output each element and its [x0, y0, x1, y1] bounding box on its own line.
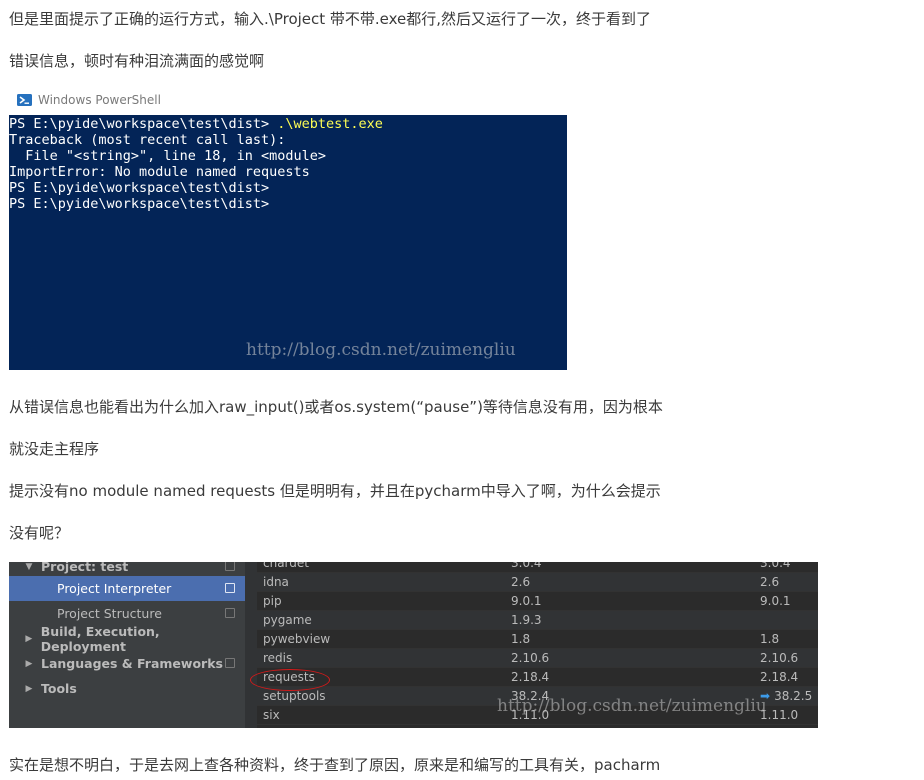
package-version: 2.10.6 [511, 651, 550, 665]
copy-icon [225, 562, 235, 571]
console-prompt: PS E:\pyide\workspace\test\dist> [9, 116, 278, 132]
paragraph-7: 实在是想不明白，于是去网上查各种资料，终于查到了原因，原来是和编写的工具有关，p… [9, 756, 661, 774]
paragraph-1: 但是里面提示了正确的运行方式，输入.\Project 带不带.exe都行,然后又… [9, 10, 652, 28]
tree-item-label: Project: test [41, 562, 129, 574]
collapsed-arrow-icon: ▶ [25, 633, 33, 644]
tree-item-tools[interactable]: ▶ Tools [9, 676, 245, 701]
paragraph-2: 错误信息，顿时有种泪流满面的感觉啊 [9, 52, 265, 70]
tree-item-build[interactable]: ▶ Build, Execution, Deployment [9, 623, 245, 654]
console-line-1: PS E:\pyide\workspace\test\dist> .\webte… [9, 116, 383, 132]
package-latest: 2.6 [760, 575, 780, 589]
copy-icon [225, 608, 235, 618]
tree-item-label: Build, Execution, Deployment [40, 623, 160, 654]
package-row-chardet[interactable]: chardet 3.0.4 3.0.4 [257, 562, 818, 573]
watermark: http://blog.csdn.net/zuimengliu [497, 696, 767, 716]
highlight-oval [250, 669, 330, 691]
package-row-idna[interactable]: idna 2.6 2.6 [257, 573, 818, 592]
watermark: http://blog.csdn.net/zuimengliu [246, 340, 516, 360]
powershell-titlebar: Windows PowerShell [17, 90, 161, 110]
powershell-icon [17, 93, 32, 108]
package-name: pywebview [263, 632, 331, 646]
package-name: six [263, 708, 280, 722]
powershell-title: Windows PowerShell [38, 93, 161, 107]
copy-icon [225, 583, 235, 593]
console-line-5: PS E:\pyide\workspace\test\dist> [9, 180, 270, 196]
package-name: setuptools [263, 689, 326, 703]
tree-item-label: Languages & Frameworks [41, 656, 223, 671]
package-latest: 1.8 [760, 632, 780, 646]
package-row-pygame[interactable]: pygame 1.9.3 [257, 611, 818, 630]
package-version: 2.6 [511, 575, 531, 589]
tree-item-languages[interactable]: ▶ Languages & Frameworks [9, 651, 245, 676]
console-line-3: File "<string>", line 18, in <module> [9, 148, 326, 164]
package-name: redis [263, 651, 293, 665]
copy-icon [225, 658, 235, 668]
collapsed-arrow-icon: ▶ [25, 683, 33, 694]
package-name: pygame [263, 613, 312, 627]
paragraph-4: 就没走主程序 [9, 440, 100, 458]
tree-item-project-structure[interactable]: Project Structure [9, 601, 245, 626]
package-row-requests[interactable]: requests 2.18.4 2.18.4 [257, 668, 818, 687]
package-latest: 3.0.4 [760, 562, 791, 570]
package-row-redis[interactable]: redis 2.10.6 2.10.6 [257, 649, 818, 668]
tree-item-label: Project Interpreter [57, 581, 172, 596]
panel-divider[interactable] [245, 562, 257, 728]
collapsed-arrow-icon: ▶ [25, 658, 33, 669]
package-latest: ➡ 38.2.5 [760, 689, 812, 703]
package-row-pywebview[interactable]: pywebview 1.8 1.8 [257, 630, 818, 649]
powershell-console: PS E:\pyide\workspace\test\dist> .\webte… [9, 115, 567, 370]
package-name: chardet [263, 562, 309, 570]
package-latest: 2.10.6 [760, 651, 799, 665]
package-name: pip [263, 594, 282, 608]
pycharm-settings: ▼ Project: test Project Interpreter Proj… [9, 562, 818, 728]
console-line-2: Traceback (most recent call last): [9, 132, 286, 148]
package-version: 1.8 [511, 632, 531, 646]
console-line-6: PS E:\pyide\workspace\test\dist> [9, 196, 270, 212]
package-latest: 2.18.4 [760, 670, 799, 684]
package-latest: 9.0.1 [760, 594, 791, 608]
console-command: .\webtest.exe [277, 116, 383, 132]
paragraph-3: 从错误信息也能看出为什么加入raw_input()或者os.system(“pa… [9, 398, 663, 416]
paragraph-5: 提示没有no module named requests 但是明明有，并且在py… [9, 482, 661, 500]
package-version: 1.9.3 [511, 613, 542, 627]
package-version: 2.18.4 [511, 670, 550, 684]
expanded-arrow-icon: ▼ [25, 562, 33, 572]
settings-tree: ▼ Project: test Project Interpreter Proj… [9, 562, 245, 728]
tree-item-label: Tools [41, 681, 77, 696]
package-version: 9.0.1 [511, 594, 542, 608]
package-name: idna [263, 575, 289, 589]
package-version: 3.0.4 [511, 562, 542, 570]
console-line-4: ImportError: No module named requests [9, 164, 310, 180]
latest-version-text: 38.2.5 [774, 689, 813, 703]
tree-item-label: Project Structure [57, 606, 162, 621]
paragraph-6: 没有呢？ [9, 524, 70, 542]
tree-item-project-interpreter[interactable]: Project Interpreter [9, 576, 245, 601]
package-row-pip[interactable]: pip 9.0.1 9.0.1 [257, 592, 818, 611]
